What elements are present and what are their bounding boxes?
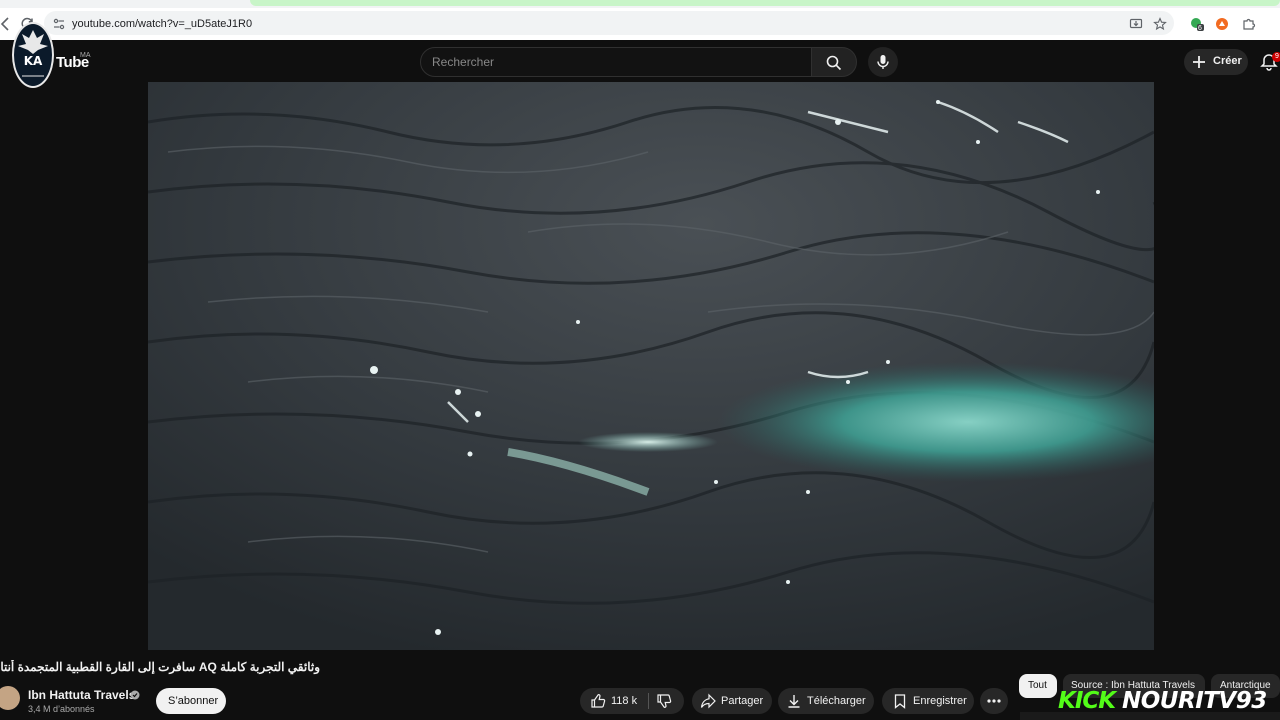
streamer-logo: KA <box>12 22 54 88</box>
dislike-icon[interactable] <box>656 693 672 709</box>
active-tab-accent <box>250 0 1280 6</box>
extension-badge-count: 6 <box>1198 25 1202 32</box>
back-icon[interactable] <box>0 17 10 31</box>
screen: youtube.com/watch?v=_uD5ateJ1R0 6 KA Tub… <box>0 0 1280 720</box>
extensions-puzzle-icon[interactable] <box>1242 17 1256 31</box>
site-info-icon[interactable] <box>52 17 66 31</box>
channel-avatar[interactable] <box>0 686 20 710</box>
browser-toolbar: youtube.com/watch?v=_uD5ateJ1R0 6 <box>0 8 1280 40</box>
chip-all-label[interactable]: Tout <box>1028 680 1047 691</box>
video-player[interactable] <box>148 82 1154 650</box>
share-label[interactable]: Partager <box>721 695 763 707</box>
download-label[interactable]: Télécharger <box>807 695 866 707</box>
voice-search-button[interactable] <box>868 47 898 77</box>
like-divider <box>648 693 649 709</box>
create-label[interactable]: Créer <box>1213 55 1242 67</box>
download-icon <box>788 695 800 708</box>
search-button[interactable] <box>811 47 857 77</box>
browser-tab-strip <box>0 0 1280 8</box>
search-icon <box>826 55 842 71</box>
video-title-text: وثائقي التجربة كاملة AQ سافرت إلى القارة… <box>0 660 320 674</box>
youtube-country-code: MA <box>80 52 91 59</box>
channel-name[interactable]: Ibn Hattuta Travels <box>28 688 135 702</box>
kick-logo: KICK <box>1058 688 1116 714</box>
search-placeholder[interactable]: Rechercher <box>432 55 494 69</box>
bookmark-icon <box>894 694 906 709</box>
like-icon[interactable] <box>590 693 606 709</box>
brave-extension-icon[interactable] <box>1215 17 1229 31</box>
share-icon <box>700 693 716 709</box>
url-text[interactable]: youtube.com/watch?v=_uD5ateJ1R0 <box>72 18 252 30</box>
save-label[interactable]: Enregistrer <box>913 695 967 707</box>
subscribe-label[interactable]: S’abonner <box>168 695 218 707</box>
plus-icon <box>1193 56 1205 68</box>
like-count[interactable]: 118 k <box>611 695 637 707</box>
install-app-icon[interactable] <box>1129 17 1143 31</box>
notifications-badge: 9 <box>1272 52 1280 62</box>
more-horizontal-icon <box>987 699 1001 703</box>
microphone-icon <box>877 55 889 69</box>
video-frame-ocean-whale <box>148 82 1154 650</box>
bookmark-star-icon[interactable] <box>1153 17 1167 31</box>
video-title: وثائقي التجربة كاملة AQ سافرت إلى القارة… <box>0 660 320 676</box>
subscriber-count: 3,4 M d’abonnés <box>28 704 95 714</box>
kick-handle: NOURITV93 <box>1122 688 1267 714</box>
streamer-logo-text: KA <box>23 54 43 68</box>
more-actions-button[interactable] <box>980 688 1008 714</box>
verified-check-icon <box>130 690 140 700</box>
